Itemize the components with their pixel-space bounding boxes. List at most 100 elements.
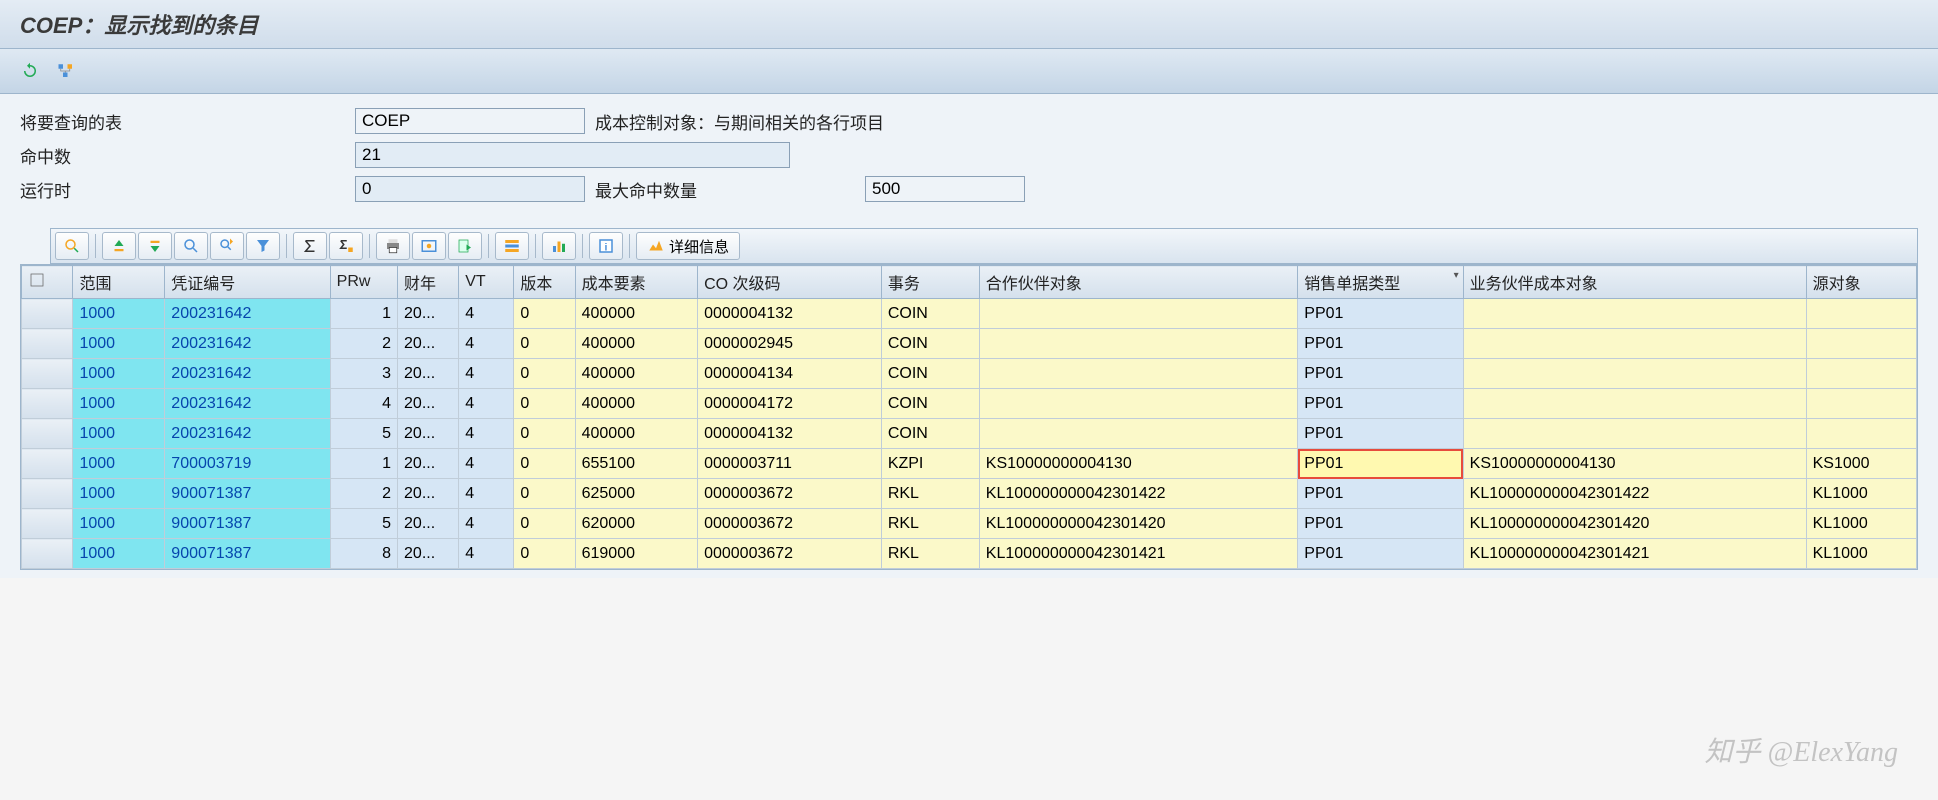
table-row[interactable]: 1000200231642320...404000000000004134COI… (22, 359, 1917, 389)
cell-stype[interactable]: PP01 (1298, 329, 1463, 359)
cell-src[interactable]: KL1000 (1806, 539, 1916, 569)
cell-bpcost[interactable] (1463, 419, 1806, 449)
graphic-button[interactable] (542, 232, 576, 260)
sort-desc-button[interactable] (138, 232, 172, 260)
cell-prw[interactable]: 3 (330, 359, 397, 389)
cell-vt[interactable]: 4 (459, 419, 514, 449)
col-header-ver[interactable]: 版本 (514, 266, 575, 299)
cell-vt[interactable]: 4 (459, 389, 514, 419)
sum-button[interactable] (293, 232, 327, 260)
cell-prw[interactable]: 1 (330, 299, 397, 329)
cell-ver[interactable]: 0 (514, 329, 575, 359)
cell-ce[interactable]: 400000 (575, 419, 697, 449)
cell-sel[interactable] (22, 449, 73, 479)
cell-co[interactable]: 0000004172 (698, 389, 882, 419)
cell-fy[interactable]: 20... (398, 299, 459, 329)
cell-vt[interactable]: 4 (459, 359, 514, 389)
cell-docno[interactable]: 200231642 (165, 389, 330, 419)
cell-prw[interactable]: 1 (330, 449, 397, 479)
cell-partner[interactable] (979, 329, 1297, 359)
filter-button[interactable] (246, 232, 280, 260)
table-row[interactable]: 1000900071387220...406250000000003672RKL… (22, 479, 1917, 509)
cell-docno[interactable]: 200231642 (165, 329, 330, 359)
cell-partner[interactable] (979, 419, 1297, 449)
cell-ver[interactable]: 0 (514, 449, 575, 479)
cell-partner[interactable] (979, 389, 1297, 419)
cell-stype[interactable]: PP01 (1298, 539, 1463, 569)
cell-ver[interactable]: 0 (514, 479, 575, 509)
cell-tr[interactable]: COIN (881, 389, 979, 419)
cell-scope[interactable]: 1000 (73, 509, 165, 539)
cell-sel[interactable] (22, 419, 73, 449)
view-button[interactable] (412, 232, 446, 260)
cell-bpcost[interactable]: KS10000000004130 (1463, 449, 1806, 479)
cell-partner[interactable]: KL100000000042301421 (979, 539, 1297, 569)
col-header-prw[interactable]: PRw (330, 266, 397, 299)
col-header-vt[interactable]: VT (459, 266, 514, 299)
cell-ce[interactable]: 400000 (575, 299, 697, 329)
cell-bpcost[interactable]: KL100000000042301421 (1463, 539, 1806, 569)
cell-src[interactable] (1806, 419, 1916, 449)
cell-vt[interactable]: 4 (459, 509, 514, 539)
table-row[interactable]: 1000200231642220...404000000000002945COI… (22, 329, 1917, 359)
col-header-src[interactable]: 源对象 (1806, 266, 1916, 299)
cell-scope[interactable]: 1000 (73, 389, 165, 419)
cell-ver[interactable]: 0 (514, 299, 575, 329)
sort-asc-button[interactable] (102, 232, 136, 260)
cell-co[interactable]: 0000003672 (698, 509, 882, 539)
cell-docno[interactable]: 200231642 (165, 359, 330, 389)
cell-src[interactable] (1806, 389, 1916, 419)
table-row[interactable]: 1000200231642420...404000000000004172COI… (22, 389, 1917, 419)
cell-ver[interactable]: 0 (514, 359, 575, 389)
cell-prw[interactable]: 2 (330, 479, 397, 509)
cell-co[interactable]: 0000004132 (698, 419, 882, 449)
cell-partner[interactable]: KS10000000004130 (979, 449, 1297, 479)
subtotal-button[interactable] (329, 232, 363, 260)
cell-ce[interactable]: 400000 (575, 329, 697, 359)
cell-fy[interactable]: 20... (398, 449, 459, 479)
cell-vt[interactable]: 4 (459, 479, 514, 509)
cell-bpcost[interactable] (1463, 329, 1806, 359)
cell-ce[interactable]: 400000 (575, 389, 697, 419)
cell-ver[interactable]: 0 (514, 389, 575, 419)
col-header-sel[interactable] (22, 266, 73, 299)
cell-prw[interactable]: 8 (330, 539, 397, 569)
find-next-button[interactable] (210, 232, 244, 260)
export-button[interactable] (448, 232, 482, 260)
cell-partner[interactable]: KL100000000042301420 (979, 509, 1297, 539)
detail-info-button[interactable]: 详细信息 (636, 232, 740, 260)
cell-scope[interactable]: 1000 (73, 299, 165, 329)
cell-tr[interactable]: COIN (881, 299, 979, 329)
cell-vt[interactable]: 4 (459, 449, 514, 479)
cell-src[interactable]: KL1000 (1806, 479, 1916, 509)
cell-co[interactable]: 0000004132 (698, 299, 882, 329)
find-button[interactable] (174, 232, 208, 260)
cell-prw[interactable]: 4 (330, 389, 397, 419)
cell-fy[interactable]: 20... (398, 539, 459, 569)
cell-tr[interactable]: COIN (881, 419, 979, 449)
cell-bpcost[interactable] (1463, 299, 1806, 329)
layout-button[interactable] (495, 232, 529, 260)
cell-docno[interactable]: 900071387 (165, 479, 330, 509)
col-header-co[interactable]: CO 次级码 (698, 266, 882, 299)
cell-scope[interactable]: 1000 (73, 479, 165, 509)
cell-bpcost[interactable]: KL100000000042301422 (1463, 479, 1806, 509)
cell-tr[interactable]: RKL (881, 509, 979, 539)
col-header-partner[interactable]: 合作伙伴对象 (979, 266, 1297, 299)
cell-fy[interactable]: 20... (398, 479, 459, 509)
cell-fy[interactable]: 20... (398, 509, 459, 539)
cell-vt[interactable]: 4 (459, 329, 514, 359)
cell-docno[interactable]: 200231642 (165, 419, 330, 449)
col-header-fy[interactable]: 财年 (398, 266, 459, 299)
cell-prw[interactable]: 5 (330, 419, 397, 449)
cell-tr[interactable]: RKL (881, 539, 979, 569)
cell-docno[interactable]: 700003719 (165, 449, 330, 479)
cell-sel[interactable] (22, 539, 73, 569)
cell-bpcost[interactable]: KL100000000042301420 (1463, 509, 1806, 539)
cell-partner[interactable]: KL100000000042301422 (979, 479, 1297, 509)
cell-prw[interactable]: 5 (330, 509, 397, 539)
table-row[interactable]: 1000200231642120...404000000000004132COI… (22, 299, 1917, 329)
cell-ver[interactable]: 0 (514, 509, 575, 539)
col-header-scope[interactable]: 范围 (73, 266, 165, 299)
cell-scope[interactable]: 1000 (73, 449, 165, 479)
